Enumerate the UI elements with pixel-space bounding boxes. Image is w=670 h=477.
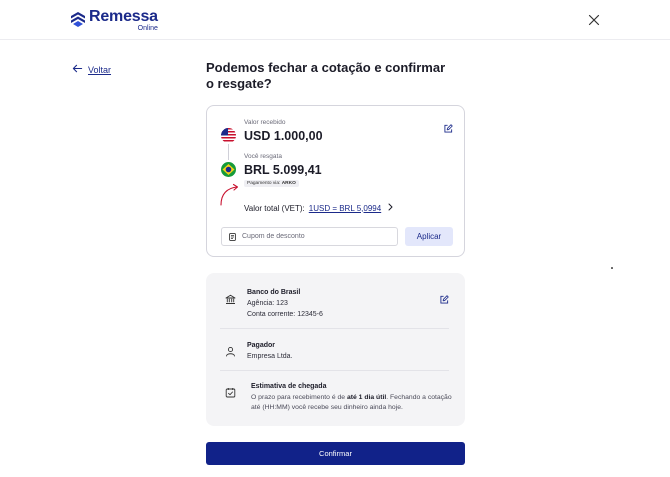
us-flag-icon bbox=[221, 128, 236, 143]
pencil-icon bbox=[440, 291, 449, 308]
page-title: Podemos fechar a cotação e confirmar o r… bbox=[206, 60, 446, 91]
edit-bank-button[interactable] bbox=[440, 291, 449, 304]
brand-wordmark: Remessa Online bbox=[89, 8, 158, 33]
coupon-input[interactable] bbox=[242, 233, 392, 240]
received-amount: USD 1.000,00 bbox=[244, 129, 323, 143]
arrow-left-icon bbox=[72, 61, 83, 79]
payment-via-label: Pagamento via: bbox=[247, 181, 281, 186]
back-label: Voltar bbox=[88, 65, 112, 75]
edit-quote-button[interactable] bbox=[444, 120, 453, 133]
apply-coupon-button[interactable]: Aplicar bbox=[405, 227, 453, 246]
eta-title: Estimativa de chegada bbox=[251, 383, 327, 390]
calendar-check-icon bbox=[225, 385, 236, 398]
remessa-logo-icon bbox=[70, 9, 86, 32]
close-icon bbox=[586, 14, 602, 32]
curved-arrow-icon bbox=[219, 182, 241, 206]
back-link[interactable]: Voltar bbox=[72, 61, 111, 79]
vet-rate-link[interactable]: 1USD = BRL 5,0994 bbox=[309, 204, 381, 213]
pencil-icon bbox=[444, 120, 453, 137]
vet-row: Valor total (VET): 1USD = BRL 5,0994 bbox=[244, 203, 394, 213]
confirm-button[interactable]: Confirmar bbox=[206, 442, 465, 465]
payment-via-badge: Pagamento via: ARKO bbox=[244, 180, 299, 187]
br-flag-icon bbox=[221, 162, 236, 177]
received-label: Valor recebido bbox=[244, 119, 286, 126]
payer-name: Empresa Ltda. bbox=[247, 353, 293, 360]
bank-icon bbox=[225, 292, 236, 304]
brand-logo[interactable]: Remessa Online bbox=[70, 9, 158, 32]
redeem-amount: BRL 5.099,41 bbox=[244, 163, 322, 177]
details-card: Banco do Brasil Agência: 123 Conta corre… bbox=[206, 273, 465, 426]
top-header: Remessa Online bbox=[0, 0, 670, 40]
payer-title: Pagador bbox=[247, 342, 276, 349]
bank-account: Conta corrente: 12345-6 bbox=[247, 311, 323, 318]
bank-name: Banco do Brasil bbox=[247, 289, 301, 296]
coupon-field[interactable] bbox=[221, 227, 398, 246]
eta-description: O prazo para recebimento é de até 1 dia … bbox=[251, 393, 456, 413]
redeem-label: Você resgata bbox=[244, 153, 282, 160]
brand-sub: Online bbox=[137, 25, 158, 32]
payment-via-value: ARKO bbox=[281, 181, 296, 186]
chevron-right-icon[interactable] bbox=[381, 203, 394, 213]
eta-desc-prefix: O prazo para recebimento é de bbox=[251, 394, 347, 401]
close-button[interactable] bbox=[586, 12, 602, 28]
brand-name: Remessa bbox=[89, 8, 158, 25]
vet-label: Valor total (VET): bbox=[244, 203, 305, 213]
divider bbox=[220, 328, 449, 329]
user-icon bbox=[225, 344, 236, 357]
eta-desc-bold: até 1 dia útil bbox=[346, 394, 387, 401]
bank-agency: Agência: 123 bbox=[247, 300, 288, 307]
flag-connector bbox=[228, 144, 229, 160]
divider bbox=[220, 370, 449, 371]
quote-card: Valor recebido USD 1.000,00 Você resgata… bbox=[206, 105, 465, 257]
receipt-icon bbox=[229, 228, 236, 246]
stray-dot bbox=[611, 267, 613, 269]
